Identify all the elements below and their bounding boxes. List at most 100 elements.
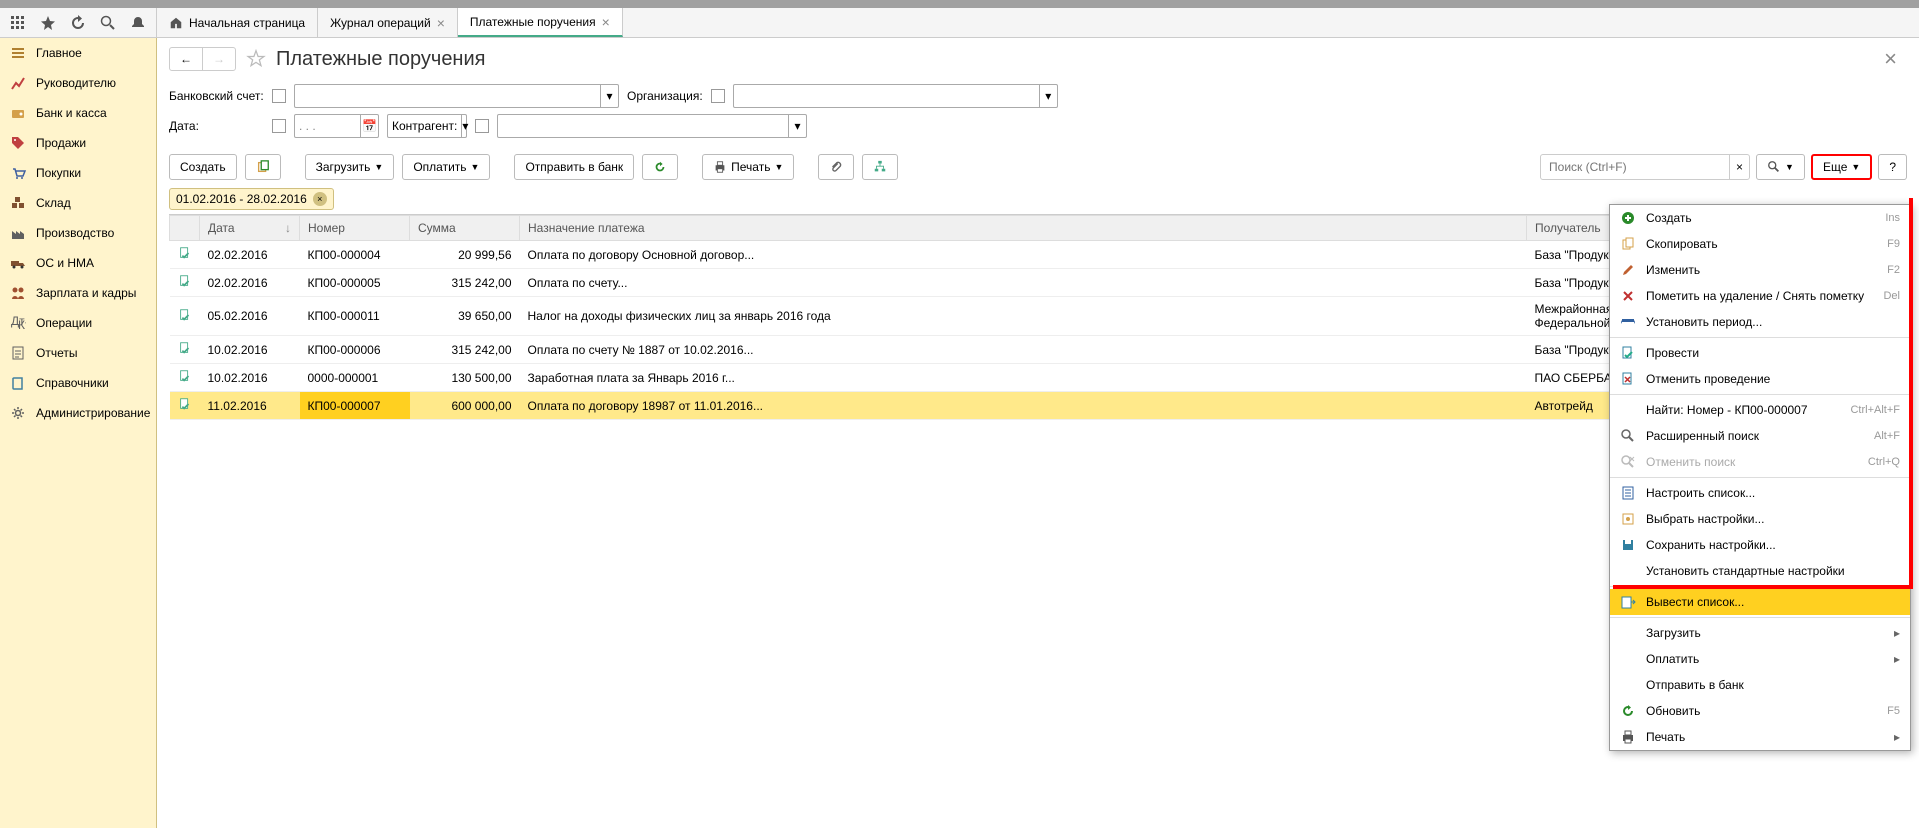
sidebar-item-label: Зарплата и кадры [36,286,136,300]
sidebar-item-4[interactable]: Покупки [0,158,156,188]
menu-item[interactable]: СкопироватьF9 [1610,231,1910,257]
col-sum[interactable]: Сумма [410,216,520,241]
blank-icon [1620,651,1636,667]
document-status-icon [178,246,192,260]
menu-item[interactable]: Расширенный поискAlt+F [1610,423,1910,449]
menu-item[interactable]: Установить период... [1610,309,1910,335]
bell-icon[interactable] [130,15,146,31]
chevron-down-icon[interactable]: ▾ [461,115,468,137]
sidebar-item-10[interactable]: Отчеты [0,338,156,368]
tab-payments[interactable]: Платежные поручения × [458,8,623,37]
menu-item[interactable]: Выбрать настройки... [1610,506,1910,532]
menu-item[interactable]: Настроить список... [1610,480,1910,506]
help-button[interactable]: ? [1878,154,1907,180]
hierarchy-icon [873,160,887,174]
copy-button[interactable] [245,154,281,180]
search-icon [1767,160,1781,174]
sidebar-item-2[interactable]: Банк и касса [0,98,156,128]
save-icon [1620,537,1636,553]
menu-icon [10,45,26,61]
col-date[interactable]: Дата [200,216,300,241]
sidebar-item-7[interactable]: ОС и НМА [0,248,156,278]
tag-icon [10,135,26,151]
sidebar-item-12[interactable]: Администрирование [0,398,156,428]
col-purpose[interactable]: Назначение платежа [520,216,1527,241]
tab-home[interactable]: Начальная страница [157,8,318,37]
chevron-down-icon[interactable]: ▾ [600,85,618,107]
menu-item[interactable]: Вывести список... [1610,589,1910,615]
history-icon[interactable] [70,15,86,31]
sidebar-item-0[interactable]: Главное [0,38,156,68]
date-filter-tag[interactable]: 01.02.2016 - 28.02.2016 × [169,188,334,210]
menu-item[interactable]: ИзменитьF2 [1610,257,1910,283]
chevron-down-icon[interactable]: ▾ [1039,85,1057,107]
print-button[interactable]: Печать ▼ [702,154,794,180]
bank-account-checkbox[interactable] [272,89,286,103]
menu-item[interactable]: Отменить проведение [1610,366,1910,392]
menu-item[interactable]: Сохранить настройки... [1610,532,1910,558]
sidebar-item-label: Покупки [36,166,81,180]
sidebar-item-8[interactable]: Зарплата и кадры [0,278,156,308]
menu-item[interactable]: Загрузить▸ [1610,620,1910,646]
organization-input[interactable]: ▾ [733,84,1058,108]
tab-journal[interactable]: Журнал операций × [318,8,458,37]
remove-filter-icon[interactable]: × [313,192,327,206]
menu-item[interactable]: Установить стандартные настройки [1610,558,1910,584]
menu-item-label: Оплатить [1646,652,1699,666]
create-button[interactable]: Создать [169,154,237,180]
menu-item[interactable]: ОбновитьF5 [1610,698,1910,724]
col-number[interactable]: Номер [300,216,410,241]
sidebar-item-11[interactable]: Справочники [0,368,156,398]
menu-item[interactable]: Пометить на удаление / Снять пометкуDel [1610,283,1910,309]
close-icon[interactable]: × [437,15,445,31]
calendar-icon[interactable]: 📅 [360,115,378,137]
counterparty-checkbox[interactable] [475,119,489,133]
document-status-icon [178,274,192,288]
search-button[interactable]: ▼ [1756,154,1805,180]
load-button[interactable]: Загрузить ▼ [305,154,395,180]
book-icon [10,375,26,391]
menu-item-label: Печать [1646,730,1685,744]
sidebar-item-6[interactable]: Производство [0,218,156,248]
sidebar-item-3[interactable]: Продажи [0,128,156,158]
forward-button[interactable]: → [202,48,235,70]
more-button[interactable]: Еще ▼ [1811,154,1872,180]
menu-item[interactable]: Оплатить▸ [1610,646,1910,672]
date-input[interactable]: . . .📅 [294,114,379,138]
close-icon[interactable]: × [602,14,610,30]
menu-item[interactable]: Отправить в банк [1610,672,1910,698]
menu-item[interactable]: Найти: Номер - КП00-000007Ctrl+Alt+F [1610,397,1910,423]
star-icon[interactable] [40,15,56,31]
attach-button[interactable] [818,154,854,180]
menu-item-label: Пометить на удаление / Снять пометку [1646,289,1864,303]
bank-account-label: Банковский счет: [169,89,264,103]
sidebar-item-9[interactable]: ДтКтОперации [0,308,156,338]
back-button[interactable]: ← [170,48,202,70]
date-checkbox[interactable] [272,119,286,133]
unpost-icon [1620,371,1636,387]
search-input[interactable]: × [1540,154,1750,180]
favorite-icon[interactable] [246,49,266,69]
menu-item[interactable]: Печать▸ [1610,724,1910,750]
refresh-button[interactable] [642,154,678,180]
pay-button[interactable]: Оплатить ▼ [402,154,490,180]
menu-item-label: Загрузить [1646,626,1701,640]
sidebar-item-5[interactable]: Склад [0,188,156,218]
annotation-marker [1909,198,1913,588]
structure-button[interactable] [862,154,898,180]
close-page-button[interactable]: × [1874,46,1907,72]
organization-checkbox[interactable] [711,89,725,103]
counterparty-input[interactable]: ▾ [497,114,807,138]
search-icon[interactable] [100,15,116,31]
sidebar-item-1[interactable]: Руководителю [0,68,156,98]
menu-item[interactable]: Провести [1610,340,1910,366]
clear-icon[interactable]: × [1729,155,1749,179]
menu-shortcut: Ctrl+Alt+F [1850,404,1900,416]
send-button[interactable]: Отправить в банк [514,154,634,180]
menu-item[interactable]: СоздатьIns [1610,205,1910,231]
counterparty-label-box: Контрагент:▾ [387,114,467,138]
apps-icon[interactable] [10,15,26,31]
bank-account-input[interactable]: ▾ [294,84,619,108]
chevron-down-icon[interactable]: ▾ [788,115,806,137]
menu-shortcut: F2 [1887,264,1900,276]
